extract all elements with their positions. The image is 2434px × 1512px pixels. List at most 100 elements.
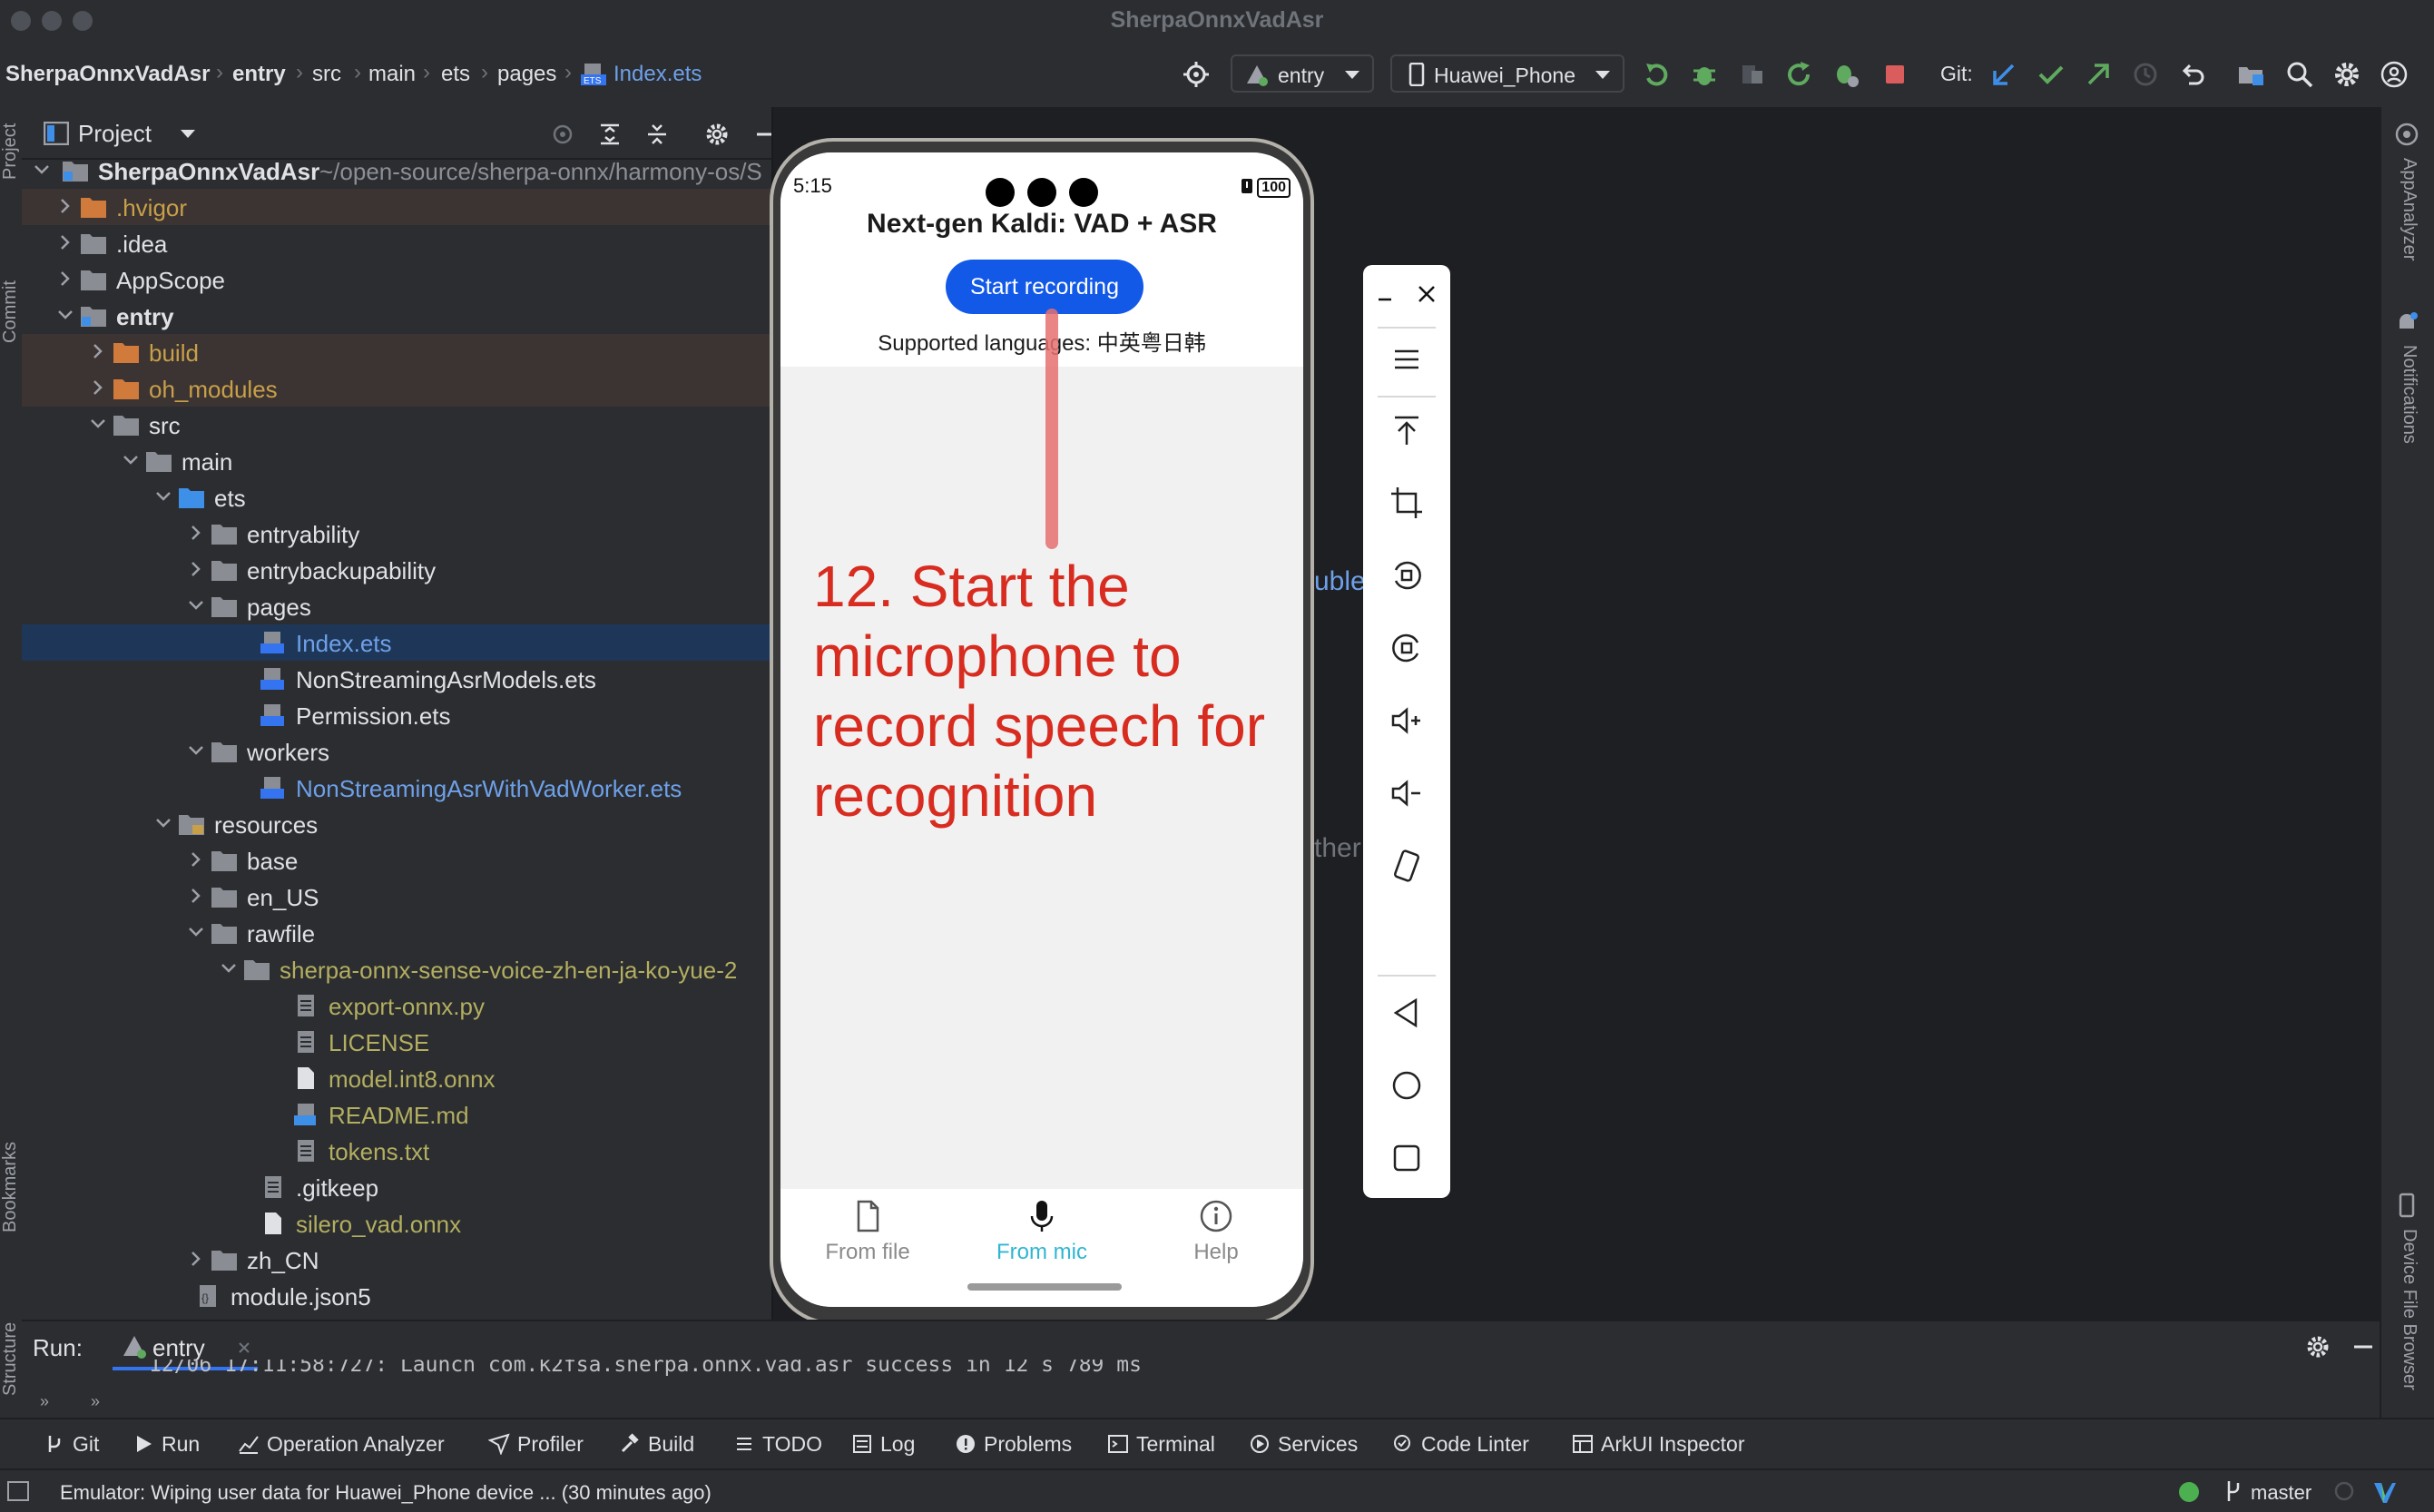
tab-help[interactable]: Help [1129, 1198, 1303, 1265]
git-push-icon[interactable] [2084, 60, 2113, 89]
services-tool-button[interactable]: Services [1249, 1432, 1358, 1457]
recent-apps-icon[interactable] [1389, 1140, 1425, 1176]
chevron-right-icon[interactable] [187, 887, 205, 905]
chevron-right-icon[interactable] [89, 378, 107, 397]
git-branch[interactable]: master [2251, 1481, 2311, 1505]
project-view-title[interactable]: Project [78, 120, 152, 148]
commit-tool-tab[interactable]: Commit [0, 280, 21, 343]
account-icon[interactable] [2380, 60, 2409, 89]
breadcrumb-main[interactable]: main [368, 62, 416, 87]
git-tool-button[interactable]: Git [44, 1432, 99, 1457]
collapse-all-icon[interactable] [644, 122, 670, 147]
rerun-icon[interactable] [1643, 60, 1672, 89]
expand-icon[interactable]: » [40, 1392, 49, 1411]
chevron-down-icon[interactable] [187, 741, 205, 760]
tree-item-appscope[interactable]: AppScope [22, 261, 771, 298]
tree-item-entryability[interactable]: entryability [22, 515, 771, 552]
run-config-selector[interactable]: entry [1231, 54, 1374, 93]
breadcrumb-entry[interactable]: entry [232, 62, 286, 87]
chevron-down-icon[interactable] [187, 923, 205, 941]
volume-down-icon[interactable] [1389, 775, 1425, 811]
rotate-left-icon[interactable] [1389, 557, 1425, 594]
debug-settings-icon[interactable] [1831, 60, 1860, 89]
chevron-down-icon[interactable] [122, 451, 140, 469]
chevron-right-icon[interactable] [187, 850, 205, 869]
expand-icon[interactable]: » [91, 1392, 100, 1411]
tree-item-resources[interactable]: resources [22, 806, 771, 842]
arkui-inspector-tool-button[interactable]: ArkUI Inspector [1572, 1432, 1745, 1457]
breadcrumb-pages[interactable]: pages [497, 62, 556, 87]
locate-file-icon[interactable] [550, 122, 575, 147]
chevron-down-icon[interactable] [56, 306, 74, 324]
chevron-down-icon[interactable] [33, 161, 51, 179]
problems-tool-button[interactable]: Problems [955, 1432, 1072, 1457]
tree-item-model[interactable]: model.int8.onnx [22, 1060, 771, 1096]
build-tool-button[interactable]: Build [619, 1432, 694, 1457]
todo-tool-button[interactable]: TODO [733, 1432, 822, 1457]
rotate-right-icon[interactable] [1389, 630, 1425, 666]
tree-item-entrybackupability[interactable]: entrybackupability [22, 552, 771, 588]
home-icon[interactable] [1389, 1067, 1425, 1104]
run-console-output[interactable]: 12/06 17:11:58:727: Launch com.k2fsa.she… [149, 1360, 1142, 1376]
git-commit-icon[interactable] [2037, 60, 2066, 89]
apply-changes-icon[interactable] [1784, 60, 1813, 89]
project-structure-icon[interactable] [2236, 60, 2265, 89]
tab-from-mic[interactable]: From mic [955, 1198, 1129, 1265]
locate-icon[interactable] [1182, 60, 1211, 89]
tree-item-license[interactable]: LICENSE [22, 1024, 771, 1060]
menu-icon[interactable] [1389, 341, 1425, 378]
tree-item-idea[interactable]: .idea [22, 225, 771, 261]
profiler-tool-button[interactable]: Profiler [488, 1432, 584, 1457]
device-file-browser-tool-tab[interactable]: Device File Browser [2399, 1229, 2419, 1390]
attach-debugger-icon[interactable] [1737, 60, 1766, 89]
back-icon[interactable] [1389, 995, 1425, 1031]
shake-device-icon[interactable] [1389, 848, 1425, 884]
bookmarks-tool-tab[interactable]: Bookmarks [0, 1142, 21, 1232]
tree-item-base[interactable]: base [22, 842, 771, 879]
chevron-down-icon[interactable] [220, 959, 238, 977]
tree-item-tokens[interactable]: tokens.txt [22, 1133, 771, 1169]
chevron-right-icon[interactable] [187, 1250, 205, 1268]
pin-top-icon[interactable] [1389, 412, 1425, 448]
gear-icon[interactable] [2305, 1334, 2331, 1360]
project-tool-tab[interactable]: Project [0, 123, 21, 180]
tree-item-en-us[interactable]: en_US [22, 879, 771, 915]
structure-tool-tab[interactable]: Structure [0, 1322, 21, 1396]
debug-icon[interactable] [1690, 60, 1719, 89]
notifications-tool-tab[interactable]: Notifications [2399, 345, 2419, 444]
terminal-tool-button[interactable]: Terminal [1107, 1432, 1215, 1457]
tree-item-readme[interactable]: README.md [22, 1096, 771, 1133]
operation-analyzer-tool-button[interactable]: Operation Analyzer [238, 1432, 445, 1457]
tree-item-silero-vad[interactable]: silero_vad.onnx [22, 1205, 771, 1242]
tree-item-zh-cn[interactable]: zh_CN [22, 1242, 771, 1278]
status-message[interactable]: Emulator: Wiping user data for Huawei_Ph… [60, 1481, 712, 1505]
chevron-right-icon[interactable] [56, 270, 74, 288]
minimize-icon[interactable] [1376, 289, 1394, 307]
gear-icon[interactable] [704, 122, 730, 147]
tree-item-rawfile[interactable]: rawfile [22, 915, 771, 951]
code-linter-tool-button[interactable]: Code Linter [1392, 1432, 1529, 1457]
breadcrumb-src[interactable]: src [312, 62, 341, 87]
chevron-down-icon[interactable] [187, 596, 205, 614]
search-icon[interactable] [2285, 60, 2314, 89]
breadcrumb-project[interactable]: SherpaOnnxVadAsr [5, 62, 210, 87]
tree-item-vad-worker[interactable]: NonStreamingAsrWithVadWorker.ets [22, 770, 771, 806]
chevron-down-icon[interactable] [89, 415, 107, 433]
breadcrumb-ets[interactable]: ets [441, 62, 470, 87]
device-selector[interactable]: Huawei_Phone [1390, 54, 1624, 93]
breadcrumb-file[interactable]: Index.ets [613, 62, 702, 87]
gear-icon[interactable] [2332, 60, 2361, 89]
chevron-right-icon[interactable] [187, 560, 205, 578]
tab-from-file[interactable]: From file [780, 1198, 955, 1265]
tree-item-module-json5[interactable]: {} module.json5 [22, 1278, 771, 1314]
tree-item-src[interactable]: src [22, 407, 771, 443]
log-tool-button[interactable]: Log [851, 1432, 915, 1457]
start-recording-button[interactable]: Start recording [946, 260, 1143, 314]
tree-item-pages[interactable]: pages [22, 588, 771, 624]
screenshot-crop-icon[interactable] [1389, 485, 1425, 521]
chevron-down-icon[interactable] [154, 487, 172, 506]
tree-item-hvigor[interactable]: .hvigor [22, 189, 771, 225]
history-icon[interactable] [2131, 60, 2160, 89]
tree-item-workers[interactable]: workers [22, 733, 771, 770]
chevron-right-icon[interactable] [89, 342, 107, 360]
